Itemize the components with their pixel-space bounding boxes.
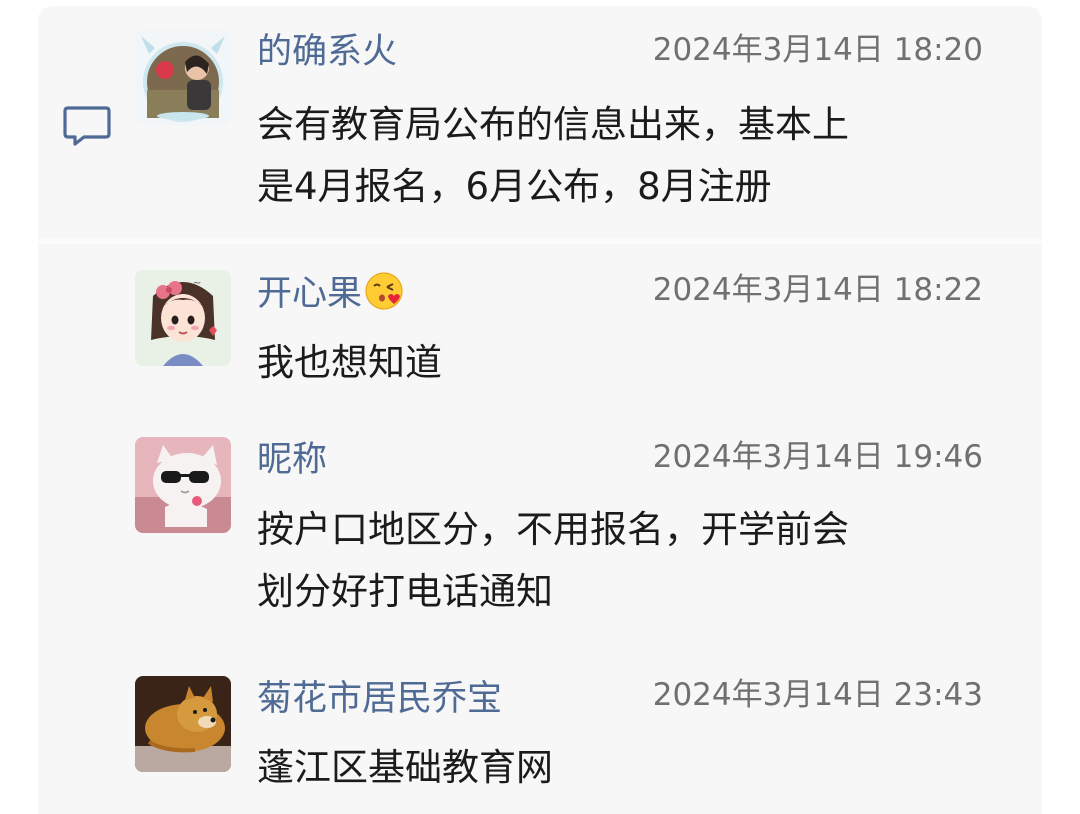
comment-bubble-icon[interactable] bbox=[62, 104, 112, 148]
comment-nickname[interactable]: 的确系火 bbox=[257, 30, 397, 74]
avatar[interactable] bbox=[135, 30, 231, 126]
avatar[interactable]: ~ bbox=[135, 270, 231, 366]
comment-text: 按户口地区分，不用报名，开学前会 划分好打电话通知 bbox=[257, 499, 987, 623]
comment-text: 我也想知道 bbox=[257, 332, 987, 394]
comment-nickname[interactable]: 开心果 bbox=[257, 271, 404, 316]
comment-text: 会有教育局公布的信息出来，基本上 是4月报名，6月公布，8月注册 bbox=[257, 94, 987, 218]
comment-nickname[interactable]: 菊花市居民乔宝 bbox=[257, 677, 502, 721]
comment-text-line: 会有教育局公布的信息出来，基本上 bbox=[257, 103, 849, 146]
comment-text: 蓬江区基础教育网 bbox=[257, 737, 987, 799]
comment-timestamp: 2024年3月14日 18:22 bbox=[652, 272, 983, 308]
avatar[interactable] bbox=[135, 437, 231, 533]
comment-nickname[interactable]: 昵称 bbox=[257, 438, 327, 482]
comment-timestamp: 2024年3月14日 18:20 bbox=[652, 32, 983, 68]
comment-nickname-text: 开心果 bbox=[257, 274, 363, 314]
comment-text-line: 我也想知道 bbox=[257, 341, 442, 384]
comment-timestamp: 2024年3月14日 23:43 bbox=[652, 677, 983, 713]
svg-text:~: ~ bbox=[193, 278, 201, 289]
avatar[interactable] bbox=[135, 676, 231, 772]
comment-text-line: 蓬江区基础教育网 bbox=[257, 746, 553, 789]
comment-text-line: 划分好打电话通知 bbox=[257, 570, 553, 613]
comment-text-line: 是4月报名，6月公布，8月注册 bbox=[257, 165, 772, 208]
comment-timestamp: 2024年3月14日 19:46 bbox=[652, 439, 983, 475]
thread-divider bbox=[38, 238, 1042, 244]
kissing-heart-emoji-icon bbox=[365, 272, 403, 310]
comment-text-line: 按户口地区分，不用报名，开学前会 bbox=[257, 508, 849, 551]
